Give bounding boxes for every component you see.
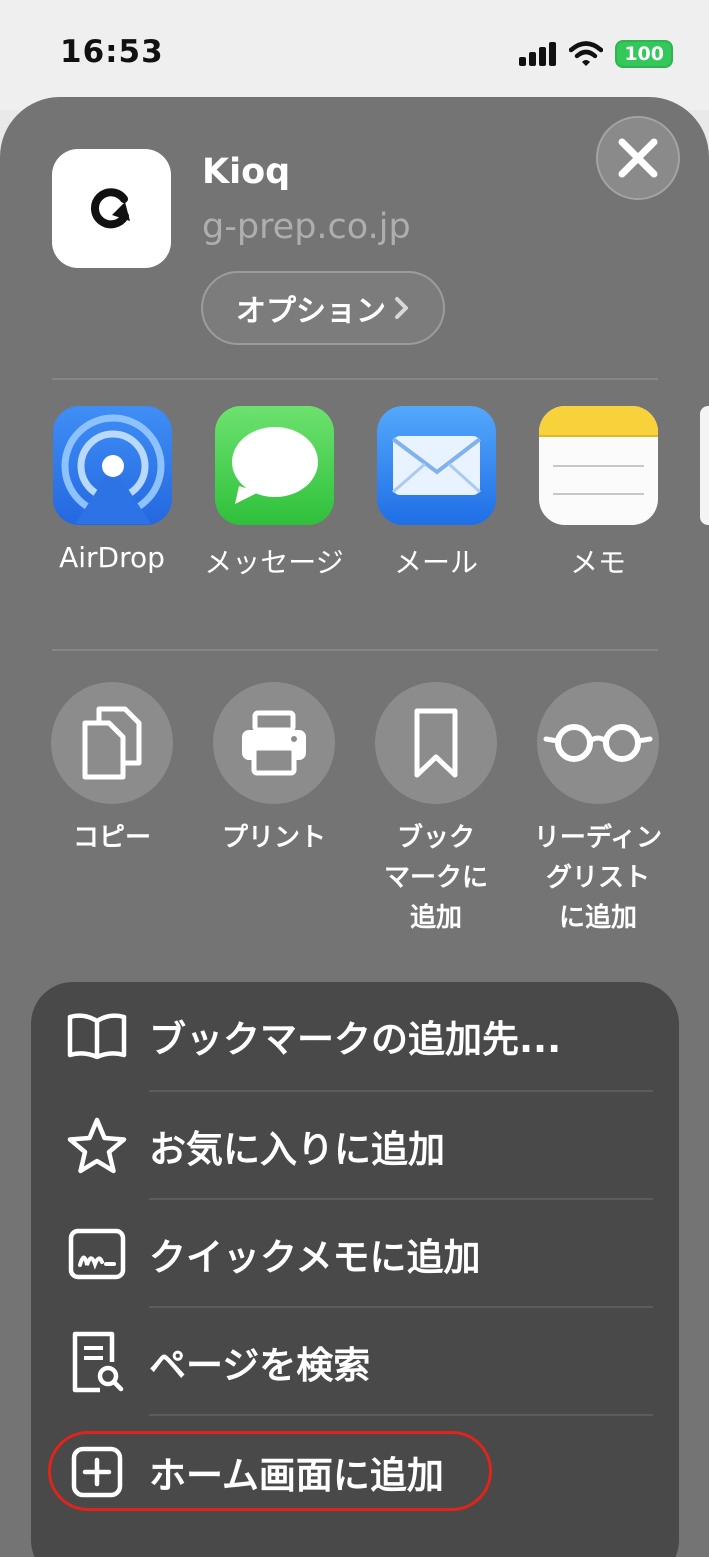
menu-item-label: クイックメモに追加 xyxy=(149,1236,481,1279)
highlight-annotation xyxy=(48,1431,492,1511)
battery-indicator: 100 xyxy=(615,40,673,68)
find-page-icon xyxy=(65,1330,129,1394)
status-time: 16:53 xyxy=(60,34,164,70)
reading-glasses-icon xyxy=(537,682,659,804)
options-button[interactable]: オプション xyxy=(201,271,445,345)
share-target-label: メッセージ xyxy=(204,546,344,579)
status-bar: 16:53 100 xyxy=(0,0,709,110)
app-icon xyxy=(52,149,171,268)
share-target-label: メモ xyxy=(569,546,626,579)
copy-icon xyxy=(51,682,173,804)
action-label: プリント xyxy=(221,823,326,853)
divider xyxy=(52,378,658,380)
share-target-mail[interactable]: メール xyxy=(356,406,516,581)
book-open-icon xyxy=(65,1004,129,1068)
share-target-airdrop[interactable]: AirDrop xyxy=(32,406,192,574)
mail-icon xyxy=(376,406,496,525)
quick-note-icon xyxy=(65,1222,129,1286)
share-target-messages[interactable]: メッセージ xyxy=(194,406,354,581)
status-icons: 100 xyxy=(519,40,673,68)
action-label: ブック マークに 追加 xyxy=(383,823,488,933)
notes-icon xyxy=(538,406,658,525)
menu-item-add-favorites[interactable]: お気に入りに追加 xyxy=(31,1092,679,1200)
share-targets-row: AirDrop メッセージ メール メモ xyxy=(0,406,709,586)
action-reading-list[interactable]: リーディン グリスト に追加 xyxy=(517,682,679,938)
menu-item-label: お気に入りに追加 xyxy=(149,1128,445,1171)
app-name: Kioq xyxy=(202,152,291,192)
menu-item-find-on-page[interactable]: ページを検索 xyxy=(31,1308,679,1416)
share-target-overflow xyxy=(700,406,709,525)
close-icon xyxy=(618,138,658,178)
action-menu: ブックマークの追加先... お気に入りに追加 クイックメモに追加 ページを検索 … xyxy=(31,982,679,1557)
wifi-icon xyxy=(569,41,604,66)
actions-row: コピー プリント ブック マークに 追加 リーディン グリスト に追加 xyxy=(0,682,709,942)
star-icon xyxy=(65,1114,129,1178)
share-target-notes[interactable]: メモ xyxy=(518,406,678,581)
messages-icon xyxy=(214,406,334,525)
close-button[interactable] xyxy=(596,116,680,200)
divider xyxy=(52,649,658,651)
share-target-label: メール xyxy=(393,546,478,579)
menu-item-quick-note[interactable]: クイックメモに追加 xyxy=(31,1200,679,1308)
print-icon xyxy=(213,682,335,804)
share-sheet: Kioq g-prep.co.jp オプション AirDrop メッセージ メー… xyxy=(0,97,709,1557)
menu-item-label: ブックマークの追加先... xyxy=(149,1018,562,1061)
action-label: リーディン グリスト に追加 xyxy=(533,823,663,933)
chevron-right-icon xyxy=(395,297,408,319)
action-add-bookmark[interactable]: ブック マークに 追加 xyxy=(355,682,517,938)
airdrop-icon xyxy=(52,406,172,525)
action-print[interactable]: プリント xyxy=(193,682,355,858)
kioq-logo-icon xyxy=(90,187,130,228)
menu-item-label: ページを検索 xyxy=(149,1344,371,1387)
action-label: コピー xyxy=(72,823,151,853)
bookmark-icon xyxy=(375,682,497,804)
menu-separator xyxy=(149,1414,653,1416)
app-url: g-prep.co.jp xyxy=(202,207,411,247)
menu-item-add-bookmark-to[interactable]: ブックマークの追加先... xyxy=(31,982,679,1090)
signal-icon xyxy=(519,42,557,66)
share-target-label: AirDrop xyxy=(59,541,165,574)
options-label: オプション xyxy=(236,294,386,329)
action-copy[interactable]: コピー xyxy=(31,682,193,858)
